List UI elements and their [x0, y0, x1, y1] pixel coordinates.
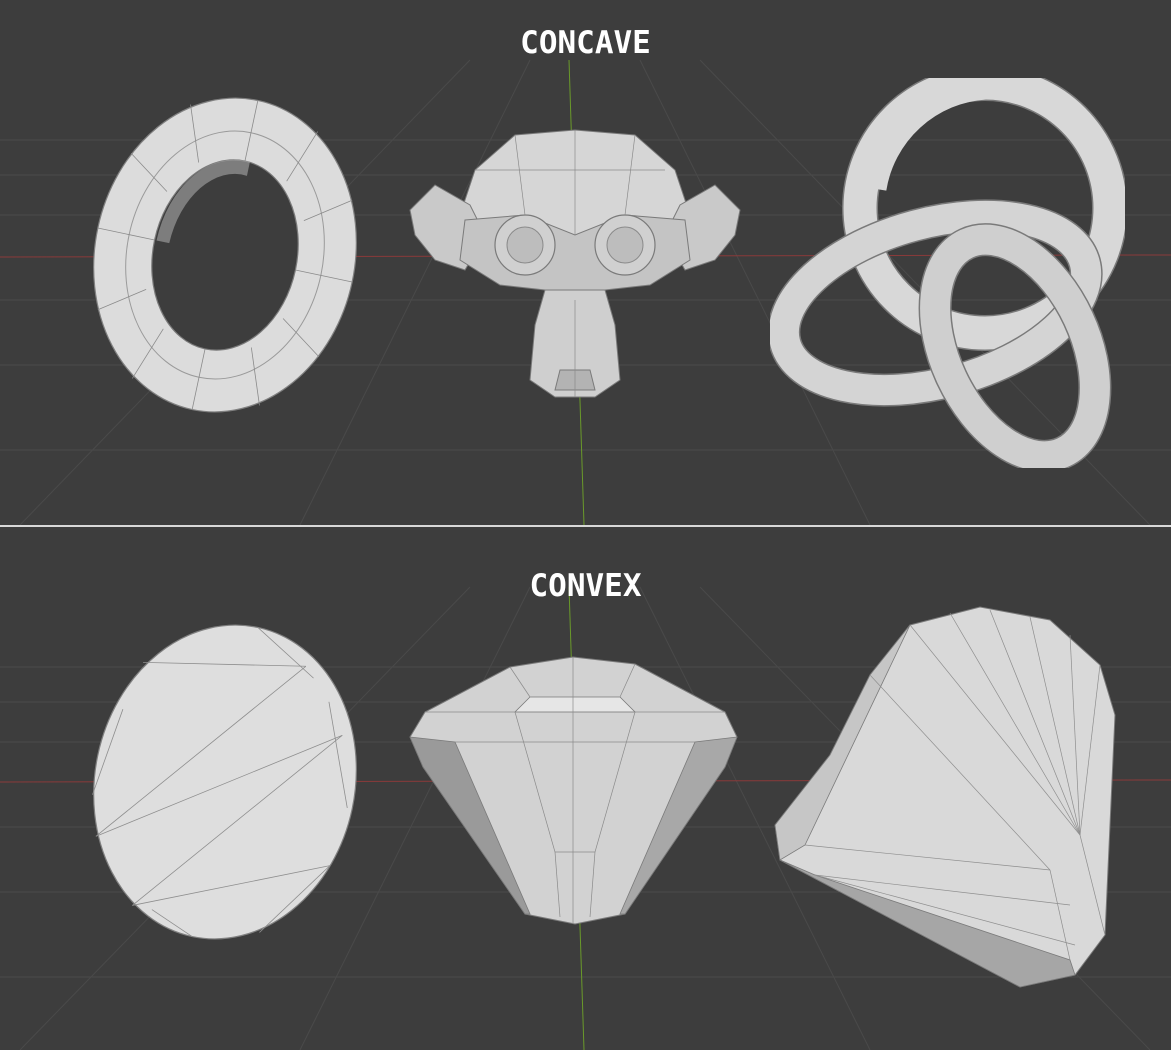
- trefoil-knot-mesh[interactable]: [770, 78, 1125, 468]
- viewport-concave[interactable]: CONCAVE: [0, 0, 1171, 525]
- monkey-head-mesh[interactable]: [405, 125, 745, 405]
- torus-mesh[interactable]: [80, 95, 375, 425]
- monkey-convex-hull-mesh[interactable]: [405, 652, 745, 932]
- panel-title-concave: CONCAVE: [520, 25, 651, 61]
- panel-title-convex: CONVEX: [529, 568, 642, 604]
- knot-convex-hull-mesh[interactable]: [770, 605, 1125, 995]
- viewport-convex[interactable]: CONVEX: [0, 527, 1171, 1050]
- torus-convex-hull-mesh[interactable]: [80, 622, 375, 952]
